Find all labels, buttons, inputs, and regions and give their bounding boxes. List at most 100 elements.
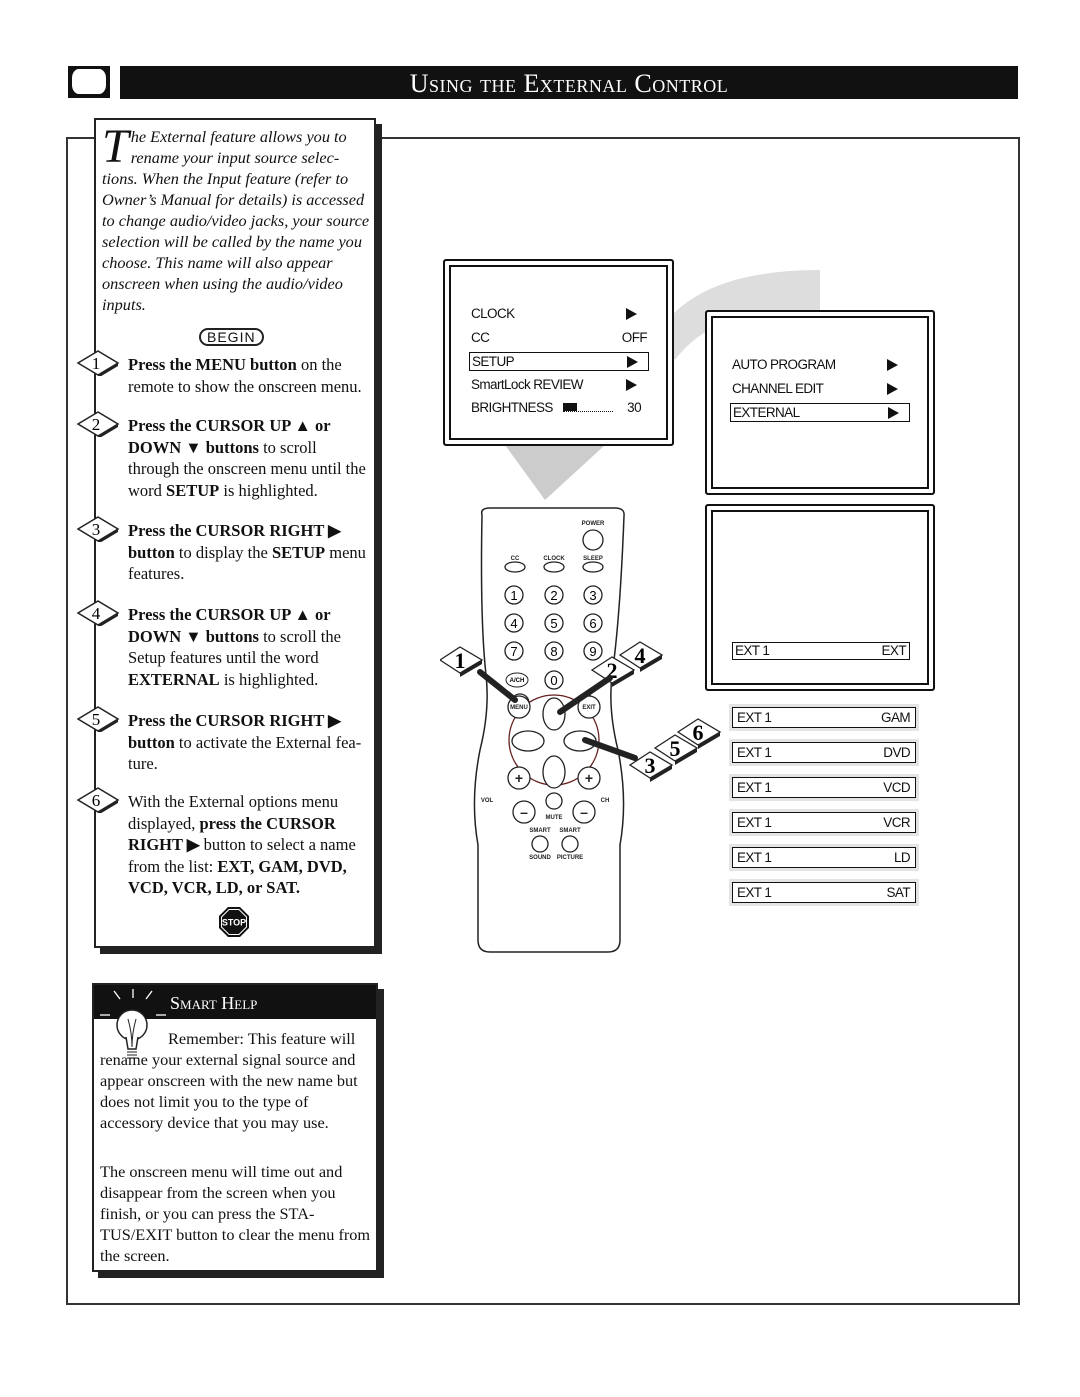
option-label: EXT 1 (737, 745, 772, 760)
smart-picture-top-label: SMART (559, 828, 581, 834)
sleep-button[interactable] (582, 561, 604, 573)
svg-text:1: 1 (455, 648, 466, 673)
step-5: 5 Press the CURSOR RIGHT ▶ button to acti… (76, 706, 368, 775)
digit-label: 2 (550, 588, 557, 603)
menu-item-label: CC (471, 329, 490, 345)
ch-minus-label: – (580, 804, 588, 820)
callout-step-1: 1 (440, 646, 484, 677)
cc-button[interactable] (504, 561, 526, 573)
svg-text:3: 3 (92, 520, 101, 539)
smart-picture-button[interactable] (561, 835, 579, 853)
digit-label: 6 (589, 616, 596, 631)
ach-label: A/CH (510, 678, 525, 684)
smart-sound-top-label: SMART (529, 828, 551, 834)
svg-text:1: 1 (92, 354, 101, 373)
svg-text:4: 4 (92, 604, 101, 623)
step-number-badge: 1 (76, 350, 120, 376)
menu-label: MENU (510, 705, 528, 711)
menu-item-clock: CLOCK (469, 305, 647, 322)
menu-item-cc: CC OFF (469, 329, 648, 346)
option-label: EXT 1 (737, 815, 772, 830)
step-text: Press the MENU button on the remote to s… (100, 354, 368, 397)
intro-dropcap: T (102, 120, 129, 173)
menu-item-label: BRIGHTNESS (471, 400, 553, 415)
smart-help-paragraph-1: Remember: This feature will rename your … (100, 1029, 358, 1132)
step-text-segment: Press the MENU button (128, 355, 297, 374)
arrow-right-icon (626, 308, 637, 320)
step-text-segment: to display the (174, 542, 272, 562)
menu-item-label: SETUP (472, 354, 515, 369)
clock-label: CLOCK (543, 556, 565, 562)
option-label: EXT 1 (737, 885, 772, 900)
step-text: With the External options menu displayed… (100, 791, 368, 899)
svg-text:5: 5 (92, 710, 101, 729)
ch-plus-label: + (585, 770, 593, 786)
smart-help-title: Smart Help (170, 993, 258, 1013)
exit-label: EXIT (582, 705, 596, 711)
intro-text: The External feature allows you to renam… (102, 120, 370, 315)
external-label: EXT 1 (735, 643, 770, 658)
vol-plus-label: + (515, 770, 523, 786)
svg-text:3: 3 (645, 753, 656, 778)
step-number-badge: 4 (76, 600, 120, 626)
digit-label: 4 (510, 616, 517, 631)
option-label: EXT 1 (737, 710, 772, 725)
begin-badge: BEGIN (199, 328, 264, 346)
arrow-right-icon (888, 407, 899, 419)
power-label: POWER (582, 521, 605, 527)
tv-icon (68, 66, 110, 98)
mute-button[interactable] (545, 792, 563, 810)
step-text-segment: SETUP (166, 480, 220, 500)
stop-label: STOP (222, 918, 246, 928)
digit-label: 9 (589, 644, 596, 659)
digit-label: 7 (510, 644, 517, 659)
step-number-badge: 6 (76, 787, 120, 813)
menu-item-setup: SETUP (469, 352, 649, 371)
external-option-dvd: EXT 1 DVD (732, 742, 916, 763)
external-option-vcd: EXT 1 VCD (732, 777, 916, 798)
svg-text:5: 5 (670, 736, 681, 761)
option-value: GAM (881, 710, 911, 725)
digit-label: 5 (550, 616, 557, 631)
option-label: EXT 1 (737, 780, 772, 795)
step-4: 4 Press the CURSOR UP ▲ or DOWN ▼ buttons… (76, 600, 368, 690)
ch-label: CH (601, 798, 610, 804)
brightness-slider (563, 403, 613, 412)
external-option-vcr: EXT 1 VCR (732, 812, 916, 833)
step-text: Press the CURSOR RIGHT ▶ button to activ… (100, 710, 368, 775)
step-2: 2 Press the CURSOR UP ▲ or DOWN ▼ buttons… (76, 411, 368, 501)
arrow-right-icon (887, 382, 898, 395)
step-text-segment: SETUP (271, 542, 326, 562)
vol-minus-label: – (520, 804, 528, 820)
menu-item-label: EXTERNAL (733, 405, 800, 420)
menu-item-smartlock-review: SmartLock REVIEW (469, 376, 647, 393)
external-option-sat: EXT 1 SAT (732, 882, 916, 903)
option-value: VCR (883, 815, 910, 830)
picture-label: PICTURE (557, 855, 583, 861)
power-button[interactable] (582, 529, 604, 551)
svg-text:2: 2 (92, 415, 101, 434)
menu-item-external: EXTERNAL (730, 403, 910, 422)
menu-item-label: CLOCK (471, 306, 515, 321)
digit-label: 0 (550, 673, 557, 688)
arrow-right-icon (627, 356, 638, 368)
instructions-box: The External feature allows you to renam… (76, 118, 376, 948)
external-current-row: EXT 1 EXT (732, 642, 910, 660)
smart-sound-button[interactable] (531, 835, 549, 853)
clock-button[interactable] (543, 561, 565, 573)
cursor-left-button[interactable] (511, 730, 545, 752)
step-6: 6 With the External options menu displaye… (76, 787, 368, 899)
stop-sign-icon: STOP (219, 907, 249, 937)
option-label: EXT 1 (737, 850, 772, 865)
external-value: EXT (881, 643, 907, 658)
remote-control: POWER CC CLOCK SLEEP VOL CH MUTE SMART S… (440, 507, 722, 953)
sound-label: SOUND (529, 855, 551, 861)
cursor-down-button[interactable] (542, 755, 566, 789)
menu-item-value: OFF (621, 329, 648, 345)
tv-screen-main-menu: CLOCK CC OFF SETUP SmartLock REVIEW BRIGHTNES… (443, 259, 674, 446)
step-number-badge: 5 (76, 706, 120, 732)
menu-item-label: AUTO PROGRAM (732, 357, 836, 372)
option-value: VCD (883, 780, 910, 795)
sleep-label: SLEEP (583, 556, 603, 562)
arrow-right-icon (887, 359, 898, 371)
